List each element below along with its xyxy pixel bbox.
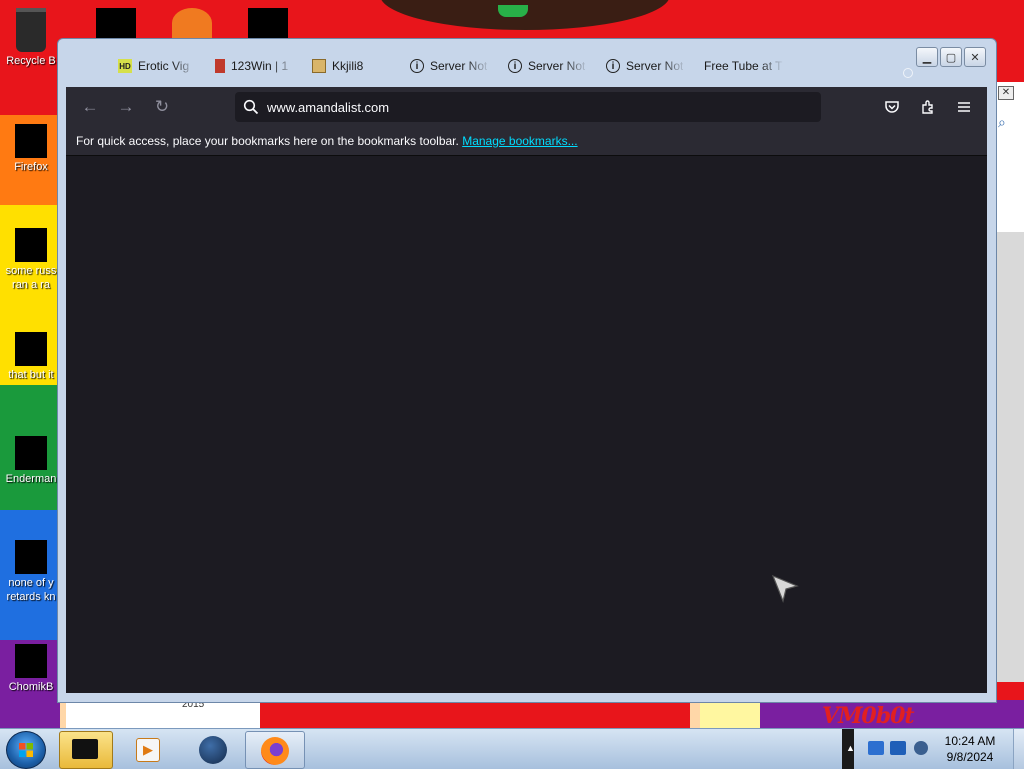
background-window-panel (996, 232, 1024, 682)
back-arrow-icon[interactable]: ← (78, 95, 102, 119)
box-icon (312, 59, 326, 73)
tab-label: 123Win | 1 (231, 59, 289, 73)
tab-label: Server Not (430, 59, 488, 73)
close-icon[interactable]: ✕ (998, 86, 1014, 100)
bookmarks-toolbar-message: For quick access, place your bookmarks h… (76, 134, 578, 148)
action-center-icon[interactable] (868, 741, 884, 755)
manage-bookmarks-link[interactable]: Manage bookmarks... (462, 134, 577, 148)
firefox-icon (15, 124, 47, 158)
desktop-icon-label: some russ (5, 265, 57, 277)
video-icon (215, 59, 225, 73)
tab[interactable]: Free Tube at T (704, 56, 784, 76)
recycle-bin-icon (16, 8, 46, 52)
window-caption-buttons: ▁ ▢ ✕ (916, 47, 986, 67)
start-button[interactable] (6, 731, 46, 769)
background-window[interactable]: ✕ ⌕ (995, 82, 1024, 682)
show-hidden-icons-icon[interactable]: ▲ (846, 743, 855, 753)
bookmarks-hint: For quick access, place your bookmarks h… (76, 134, 459, 148)
network-icon[interactable] (890, 741, 906, 755)
reload-icon[interactable]: ↻ (150, 95, 174, 119)
desktop-icon-redacted[interactable] (172, 8, 212, 38)
tab[interactable]: i Server Not (606, 56, 686, 76)
address-bar[interactable]: www.amandalist.com (235, 92, 821, 122)
info-icon: i (508, 59, 522, 73)
desktop-icon-firefox[interactable]: Firefox (0, 124, 62, 174)
desktop-icon-enderman[interactable]: Enderman (0, 436, 62, 486)
tab-label: Kkjili8 (332, 59, 364, 73)
opera-icon (15, 540, 47, 574)
pocket-icon[interactable] (881, 96, 903, 118)
taskbar-button-media-player[interactable]: ▶ (124, 731, 176, 767)
tab-loading-icon (903, 68, 913, 78)
close-button[interactable]: ✕ (964, 47, 986, 67)
browser-window[interactable]: HD Erotic Vig 123Win | 1 Kkjili8 i Serve… (57, 38, 997, 703)
show-desktop-button[interactable] (1013, 729, 1024, 769)
taskbar-button-explorer[interactable] (59, 731, 113, 769)
tab-label: Server Not (528, 59, 586, 73)
clock[interactable]: 10:24 AM 9/8/2024 (935, 733, 1005, 765)
desktop-icon-label-line2: ran a ra (12, 279, 50, 291)
desktop-icon-redacted[interactable] (248, 8, 288, 38)
url-text: www.amandalist.com (267, 100, 390, 115)
info-icon: i (410, 59, 424, 73)
firefox-icon (261, 737, 289, 765)
desktop-icon-label: ChomikB (8, 681, 54, 693)
taskbar: ▶ ▲ 10:24 AM 9/8/2024 (0, 728, 1024, 769)
desktop-icon-shortcut[interactable]: none of y retards kn (0, 540, 62, 604)
hd-icon: HD (118, 59, 132, 73)
shortcut-icon (15, 332, 47, 366)
clock-time: 10:24 AM (944, 734, 996, 748)
tab-label: Erotic Vig (138, 59, 190, 73)
tab[interactable]: i Server Not (410, 56, 490, 76)
application-icon (15, 436, 47, 470)
desktop-icon-label: none of y (8, 577, 54, 589)
desktop-icon-recycle-bin[interactable]: Recycle B (0, 8, 62, 68)
mouse-cursor-icon (771, 574, 799, 603)
browser-viewport: ← → ↻ www.amandalist.com For quick acces… (66, 87, 987, 693)
globe-icon (199, 736, 227, 764)
tab[interactable]: 123Win | 1 (215, 56, 295, 76)
taskbar-button-app[interactable] (186, 731, 238, 767)
bookmarks-toolbar: For quick access, place your bookmarks h… (66, 127, 987, 156)
minimize-button[interactable]: ▁ (916, 47, 938, 67)
desktop-icon-chomikbox[interactable]: ChomikB (0, 644, 62, 694)
tab-label: Free Tube at T (704, 59, 783, 73)
desktop-icon-label: that but it (8, 369, 54, 381)
search-icon: ⌕ (998, 114, 1006, 130)
tab[interactable]: HD Erotic Vig (118, 56, 196, 76)
vm-watermark: VM0b0t (822, 703, 915, 729)
tab-label: Server Not (626, 59, 684, 73)
desktop-icon-redacted[interactable] (96, 8, 136, 38)
system-tray: ▲ 10:24 AM 9/8/2024 (842, 729, 1024, 769)
tab[interactable]: Kkjili8 (312, 56, 392, 76)
volume-icon[interactable] (914, 741, 928, 755)
desktop-icon-label: Recycle B (6, 55, 56, 67)
maximize-button[interactable]: ▢ (940, 47, 962, 67)
clock-date: 9/8/2024 (946, 750, 994, 764)
tab[interactable]: i Server Not (508, 56, 588, 76)
forward-arrow-icon[interactable]: → (114, 95, 138, 119)
tab-strip: HD Erotic Vig 123Win | 1 Kkjili8 i Serve… (108, 51, 913, 81)
wallpaper-figure (380, 0, 670, 30)
desktop-icon-label-line2: retards kn (6, 591, 56, 603)
taskbar-button-firefox[interactable] (245, 731, 305, 769)
chomikbox-icon (15, 644, 47, 678)
windows-logo-icon (19, 743, 33, 757)
extensions-icon[interactable] (917, 96, 939, 118)
desktop-icon-label: Firefox (14, 161, 48, 173)
desktop-icon-shortcut[interactable]: some russ ran a ra (0, 228, 62, 292)
menu-icon[interactable] (953, 96, 975, 118)
desktop-icon-label: Enderman (5, 473, 57, 485)
search-icon (243, 99, 259, 115)
navigation-toolbar: ← → ↻ www.amandalist.com (66, 87, 987, 127)
media-player-icon: ▶ (136, 738, 160, 762)
folder-icon (72, 739, 98, 759)
document-icon (15, 228, 47, 262)
info-icon: i (606, 59, 620, 73)
desktop-icon-shortcut[interactable]: that but it (0, 332, 62, 382)
page-content[interactable] (66, 156, 987, 693)
